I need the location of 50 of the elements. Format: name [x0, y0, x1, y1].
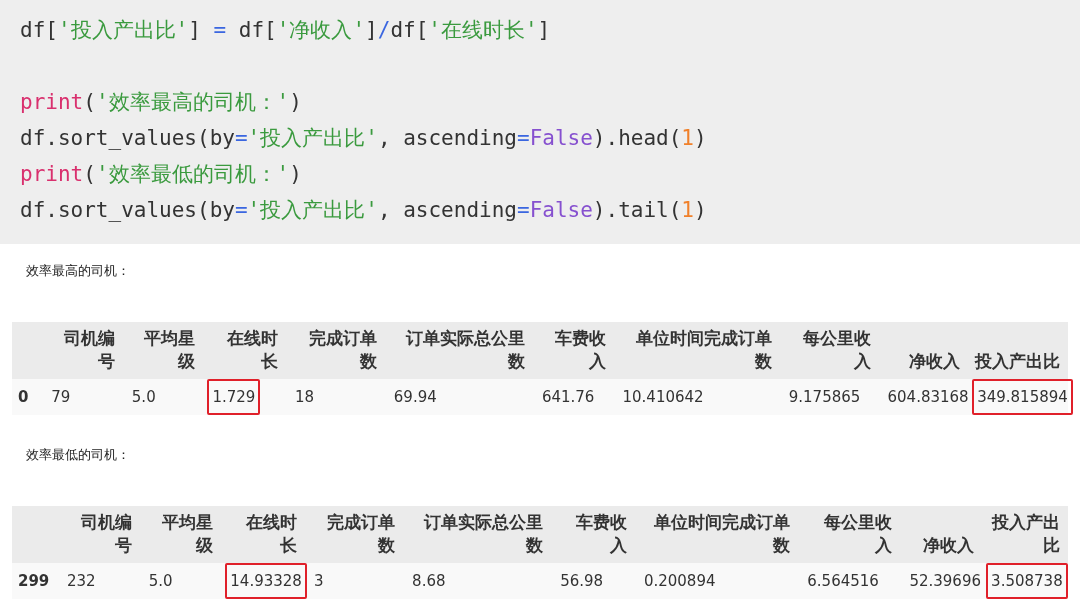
table-cell-text: 8.68 — [411, 571, 447, 592]
column-header: 单位时间完成订单数 — [653, 511, 791, 557]
table-cell-text: 6.564516 — [806, 571, 880, 592]
table-cell-text: 52.39696 — [908, 571, 982, 592]
column-header: 订单实际总公里数 — [404, 327, 525, 373]
row-index: 299 — [12, 563, 58, 599]
column-header: 订单实际总公里数 — [422, 511, 544, 557]
column-header: 车费收入 — [553, 327, 606, 373]
column-header: 在线时长 — [226, 327, 279, 373]
code-line: df.sort_values(by='投入产出比', ascending=False).tail(1) — [20, 197, 707, 224]
table-cell-text: 641.76 — [540, 387, 596, 408]
output-text: 效率最高的司机： — [26, 262, 130, 280]
column-header: 投入产出比 — [990, 511, 1060, 557]
column-header: 单位时间完成订单数 — [634, 327, 772, 373]
column-header: 投入产出比 — [975, 350, 1060, 373]
code-line: print('效率最高的司机：') — [20, 89, 302, 116]
column-header: 司机编号 — [79, 511, 132, 557]
column-header: 平均星级 — [161, 511, 214, 557]
code-line: print('效率最低的司机：') — [20, 161, 302, 188]
code-cell[interactable]: df['投入产出比'] = df['净收入']/df['在线时长'] print('效率最高的司机：') df.sort_values(by='投入产出比', ascending=False).head(1) print('效率最低的司机：') df.sort_values(by='投入产出比', ascending=False).tail(1) — [0, 0, 1080, 244]
table-cell-text: 9.175865 — [787, 387, 862, 408]
table-cell-text: 5.0 — [147, 571, 174, 592]
column-header: 在线时长 — [245, 511, 298, 557]
table-cell-text: 10.410642 — [621, 387, 705, 408]
column-header: 净收入 — [923, 534, 975, 557]
column-header: 每公里收入 — [801, 327, 871, 373]
highlighted-cell: 14.93328 — [225, 563, 307, 599]
highlighted-cell: 1.729 — [207, 379, 261, 415]
column-header: 平均星级 — [143, 327, 196, 373]
code-line: df.sort_values(by='投入产出比', ascending=False).head(1) — [20, 125, 707, 152]
output-text: 效率最低的司机： — [26, 446, 130, 464]
table-cell-text: 0.200894 — [642, 571, 717, 592]
column-header: 车费收入 — [574, 511, 627, 557]
column-header: 完成订单数 — [307, 327, 377, 373]
table-cell-text: 5.0 — [130, 387, 157, 408]
code-line: df['投入产出比'] = df['净收入']/df['在线时长'] — [20, 17, 551, 44]
column-header: 净收入 — [909, 350, 961, 373]
table-cell-text: 232 — [65, 571, 97, 592]
highlighted-cell: 349.815894 — [972, 379, 1073, 415]
column-header: 每公里收入 — [823, 511, 893, 557]
table-cell-text: 604.83168 — [886, 387, 970, 408]
table-cell-text: 69.94 — [392, 387, 438, 408]
column-header: 司机编号 — [62, 327, 115, 373]
highlighted-cell: 3.508738 — [986, 563, 1068, 599]
table-cell-text: 18 — [294, 387, 316, 408]
column-header: 完成订单数 — [326, 511, 396, 557]
row-index: 0 — [12, 379, 43, 415]
table-cell-text: 56.98 — [559, 571, 605, 592]
table-cell-text: 3 — [313, 571, 325, 592]
table-cell-text: 79 — [50, 387, 72, 408]
